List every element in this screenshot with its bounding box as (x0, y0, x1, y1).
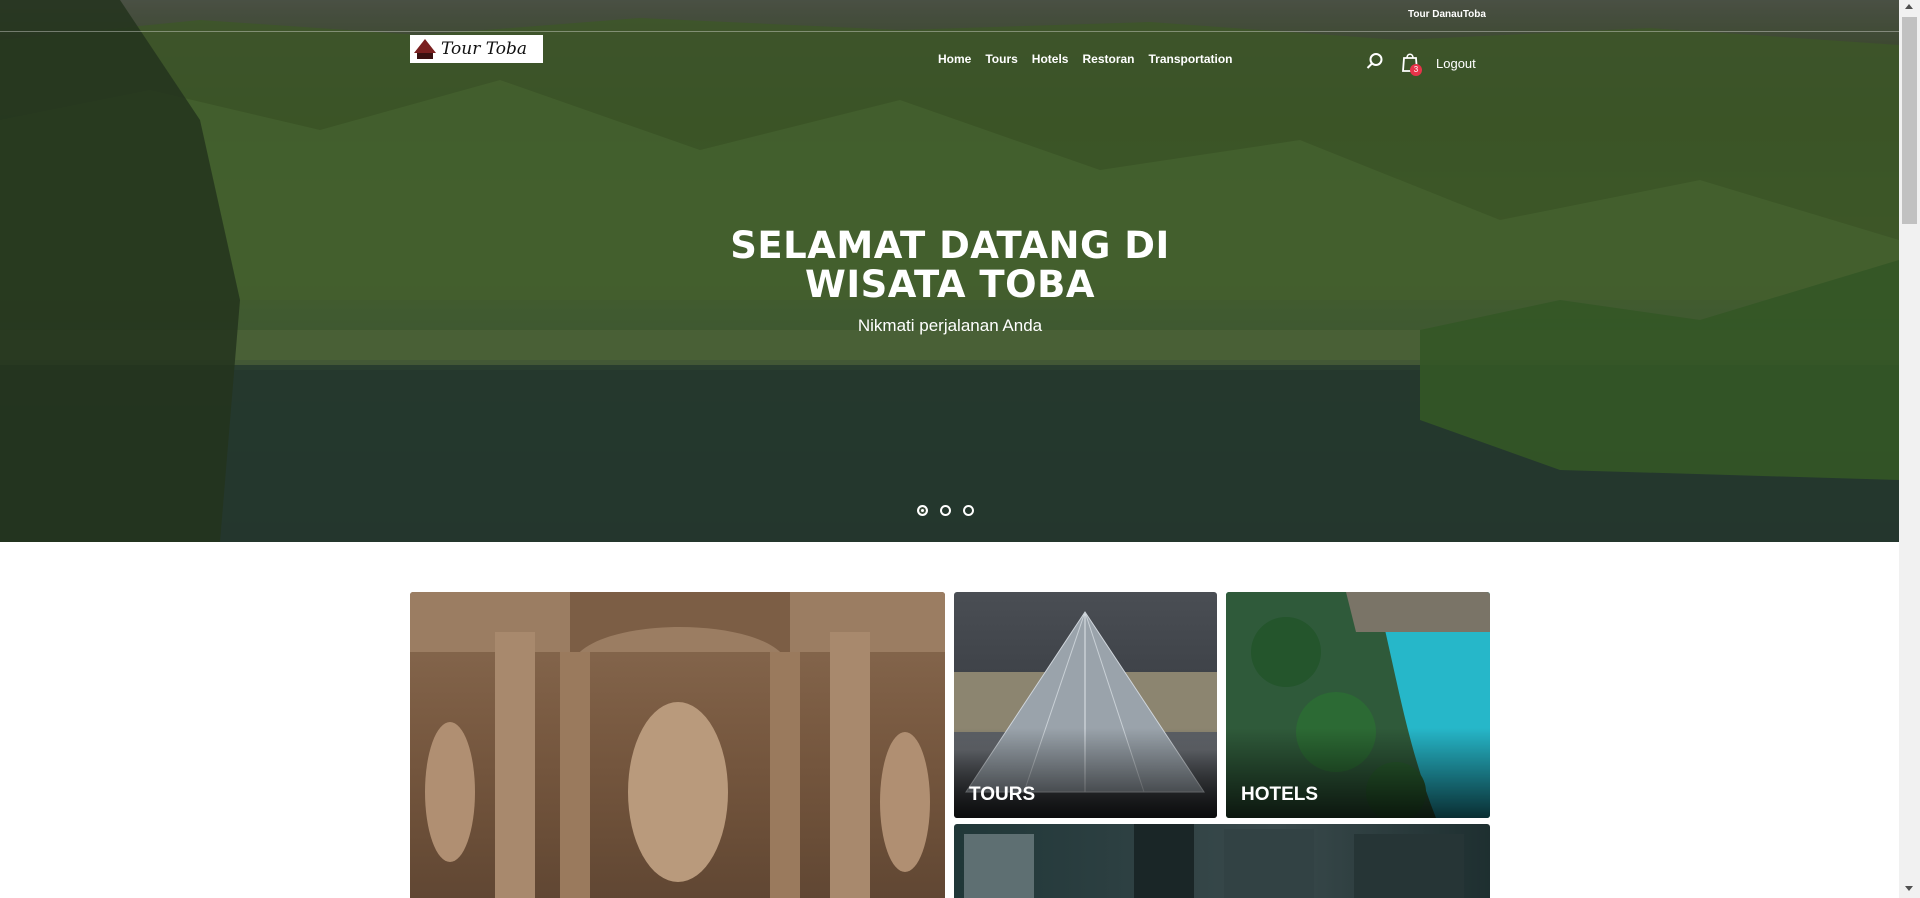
search-icon[interactable] (1366, 52, 1384, 70)
slider-dot-3[interactable] (963, 505, 974, 516)
scroll-thumb[interactable] (1902, 17, 1917, 224)
fountain-image (410, 592, 945, 898)
slider-dots (917, 505, 974, 516)
main-nav: Home Tours Hotels Restoran Transportatio… (938, 52, 1233, 66)
nav-tours[interactable]: Tours (985, 52, 1017, 66)
restaurant-tile[interactable] (954, 824, 1490, 898)
topbar-brand: Tour DanauToba (1408, 9, 1486, 20)
hero-slider: Tour DanauToba Tour Toba Home Tours Hote… (0, 0, 1899, 542)
restaurant-image (964, 824, 1464, 898)
site-logo[interactable]: Tour Toba (410, 35, 543, 63)
slider-dot-1[interactable] (917, 505, 928, 516)
hero-title-line-1: SELAMAT DATANG DI (730, 224, 1170, 267)
tours-tile[interactable]: TOURS (954, 592, 1217, 818)
nav-transportation[interactable]: Transportation (1149, 52, 1233, 66)
top-bar: Tour DanauToba (0, 0, 1899, 32)
logo-text: Tour Toba (441, 39, 528, 59)
hotels-tile-label: HOTELS (1241, 784, 1319, 805)
vertical-scrollbar[interactable] (1899, 0, 1920, 898)
cart-count-badge: 3 (1410, 64, 1422, 76)
scroll-up-arrow-icon[interactable] (1905, 4, 1913, 9)
tours-tile-label: TOURS (969, 784, 1036, 805)
nav-home[interactable]: Home (938, 52, 971, 66)
logout-link[interactable]: Logout (1436, 56, 1476, 71)
hero-title-line-2: WISATA TOBA (805, 263, 1095, 306)
slider-dot-2[interactable] (940, 505, 951, 516)
scroll-down-arrow-icon[interactable] (1905, 886, 1913, 891)
hero-title: SELAMAT DATANG DI WISATA TOBA (650, 226, 1250, 304)
nav-hotels[interactable]: Hotels (1032, 52, 1069, 66)
hero-subtitle: Nikmati perjalanan Anda (857, 316, 1043, 335)
house-roof-icon (414, 39, 436, 59)
page: Tour DanauToba Tour Toba Home Tours Hote… (0, 0, 1899, 898)
hotels-tile[interactable]: HOTELS (1226, 592, 1490, 818)
nav-restoran[interactable]: Restoran (1082, 52, 1134, 66)
featured-fountain-tile[interactable] (410, 592, 945, 898)
